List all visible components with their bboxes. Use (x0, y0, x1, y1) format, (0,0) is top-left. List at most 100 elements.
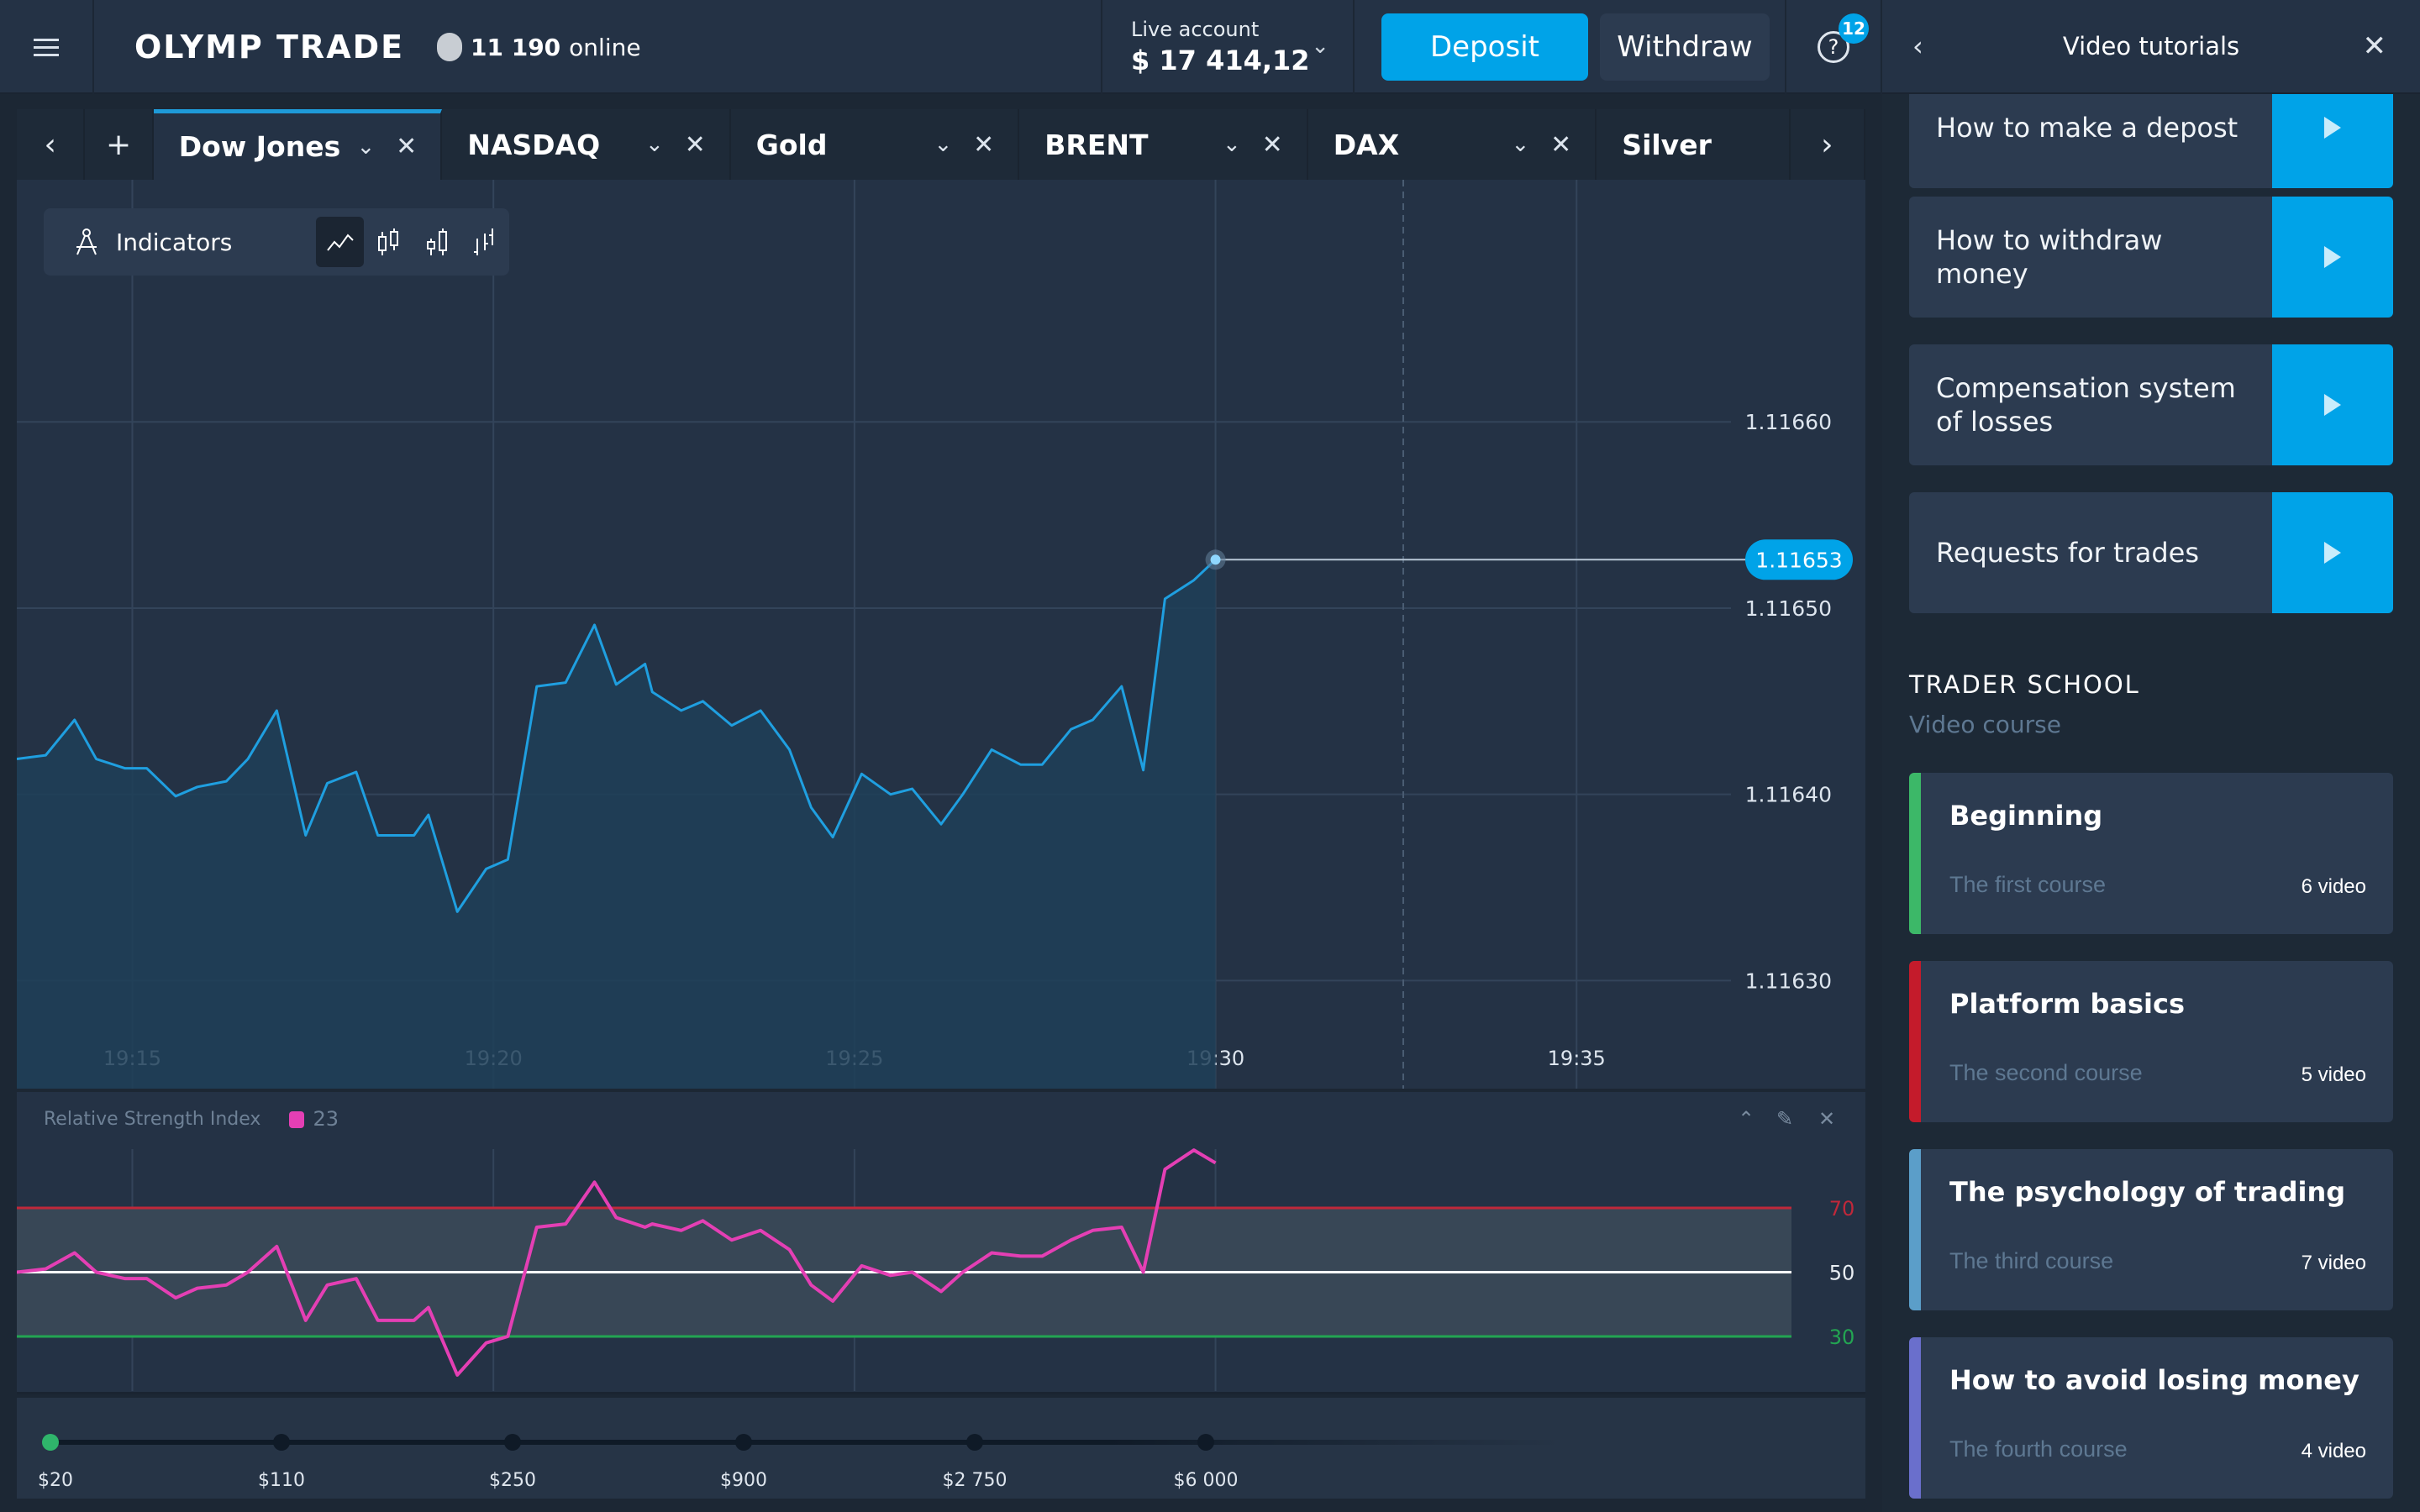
course-card[interactable]: The psychology of trading The third cour… (1909, 1149, 2393, 1310)
chart-type-heikin[interactable] (413, 217, 461, 267)
slider-step-label: $900 (720, 1470, 767, 1491)
video-title: How to withdraw money (1936, 224, 2163, 290)
chart-type-bars[interactable] (460, 217, 509, 267)
rsi-level-label: 50 (1829, 1262, 1855, 1285)
online-label: online (569, 33, 641, 61)
video-title: Compensation system of losses (1936, 372, 2236, 438)
asset-tabs: ‹ + Dow Jones ⌄ ✕ NASDAQ ⌄ ✕ Gold ⌄ ✕ BR… (17, 109, 1866, 180)
course-color-bar (1909, 1149, 1921, 1310)
close-icon[interactable]: ✕ (396, 132, 417, 161)
play-icon (2324, 246, 2341, 268)
tab-label: Dow Jones (178, 130, 341, 163)
price-chart[interactable]: 19:1519:2019:2519:3019:351.116601.116501… (16, 180, 1865, 1089)
course-card[interactable]: How to avoid losing money The fourth cou… (1909, 1337, 2393, 1499)
tab-label: NASDAQ (467, 128, 601, 161)
close-icon[interactable]: ✕ (973, 130, 994, 160)
add-tab-button[interactable]: + (85, 109, 154, 180)
slider-step[interactable] (1197, 1434, 1214, 1451)
y-tick-label: 1.11640 (1745, 783, 1832, 807)
trader-school-subtitle: Video course (1909, 711, 2061, 738)
chart-type-candles[interactable] (364, 217, 413, 267)
chart-toolbar: Indicators (44, 208, 509, 276)
course-color-bar (1909, 773, 1921, 934)
bar-chart-icon (474, 228, 494, 255)
play-button[interactable] (2272, 197, 2393, 318)
edit-icon[interactable]: ✎ (1776, 1107, 1793, 1131)
rsi-legend: Relative Strength Index 23 (44, 1107, 339, 1131)
back-icon[interactable]: ‹ (1912, 30, 1923, 62)
rsi-level-label: 70 (1829, 1197, 1855, 1221)
course-subtitle: The second course (1949, 1060, 2143, 1085)
video-tutorials-panel: How to make a depost How to withdraw mon… (1882, 0, 2420, 1512)
trader-school-heading: TRADER SCHOOL (1909, 670, 2140, 699)
course-card[interactable]: Beginning The first course 6 video (1909, 773, 2393, 934)
course-card[interactable]: Platform basics The second course 5 vide… (1909, 961, 2393, 1122)
y-tick-label: 1.11660 (1745, 410, 1832, 434)
rsi-chart-svg: 70 50 30 (16, 1148, 1865, 1395)
tabs-prev-button[interactable]: ‹ (17, 109, 86, 180)
indicators-button[interactable]: Indicators (74, 228, 316, 256)
close-icon[interactable]: ✕ (685, 130, 706, 160)
deposit-button[interactable]: Deposit (1381, 13, 1588, 81)
x-tick-label: 19:35 (1548, 1047, 1606, 1070)
chevron-down-icon[interactable]: ⌄ (934, 132, 952, 157)
online-counter: 11 190 online (437, 0, 641, 94)
slider-step[interactable] (273, 1434, 290, 1451)
play-icon (2324, 117, 2341, 139)
play-button[interactable] (2272, 344, 2393, 465)
tab-brent[interactable]: BRENT ⌄ ✕ (1019, 109, 1308, 180)
current-point (1210, 554, 1221, 565)
rsi-title: Relative Strength Index (44, 1108, 261, 1130)
menu-button[interactable] (0, 0, 94, 94)
slider-handle[interactable] (42, 1434, 59, 1451)
tab-nasdaq[interactable]: NASDAQ ⌄ ✕ (442, 109, 731, 180)
collapse-icon[interactable]: ⌃ (1738, 1107, 1754, 1131)
user-icon (437, 33, 462, 61)
amount-slider[interactable]: $20 $110 $250 $900 $2 750 $6 000 (17, 1398, 1865, 1499)
chevron-down-icon[interactable]: ⌄ (356, 134, 375, 160)
video-item[interactable]: Compensation system of losses (1909, 344, 2393, 465)
chevron-left-icon: ‹ (44, 127, 56, 162)
rsi-period-value: 23 (313, 1107, 339, 1131)
logo[interactable]: OLYMP TRADE (134, 0, 404, 94)
help-button[interactable]: ? 12 (1785, 0, 1882, 94)
chevron-down-icon[interactable]: ⌄ (645, 132, 664, 157)
tab-gold[interactable]: Gold ⌄ ✕ (731, 109, 1020, 180)
tab-label: BRENT (1044, 128, 1149, 161)
account-type: Live account (1131, 18, 1260, 41)
close-icon[interactable]: ✕ (1818, 1107, 1835, 1131)
slider-step-label: $20 (38, 1470, 73, 1491)
chart-type-line[interactable] (315, 217, 365, 267)
video-item[interactable]: Requests for trades (1909, 492, 2393, 613)
tab-silver[interactable]: Silver (1597, 109, 1791, 180)
withdraw-button[interactable]: Withdraw (1600, 13, 1770, 81)
close-icon[interactable]: ✕ (1550, 130, 1571, 160)
chevron-down-icon[interactable]: ⌄ (1223, 132, 1241, 157)
tab-dax[interactable]: DAX ⌄ ✕ (1308, 109, 1597, 180)
slider-step[interactable] (504, 1434, 521, 1451)
online-count: 11 190 (471, 33, 561, 61)
rsi-color-swatch (289, 1111, 305, 1128)
tabs-next-button[interactable]: › (1791, 109, 1866, 180)
close-icon[interactable]: ✕ (1262, 130, 1283, 160)
chevron-down-icon[interactable]: ⌄ (1512, 132, 1530, 157)
course-title: Platform basics (1949, 988, 2186, 1020)
video-item[interactable]: How to withdraw money (1909, 197, 2393, 318)
close-icon[interactable]: ✕ (2363, 29, 2387, 63)
course-subtitle: The fourth course (1949, 1436, 2128, 1462)
slider-step-label: $110 (258, 1470, 305, 1491)
plus-icon: + (105, 127, 132, 162)
rsi-panel: 70 50 30 Relative Strength Index 23 ⌃ ✎ ✕ (16, 1092, 1865, 1395)
slider-step[interactable] (966, 1434, 983, 1451)
current-price-label: 1.11653 (1755, 548, 1842, 572)
slider-step[interactable] (735, 1434, 752, 1451)
play-button[interactable] (2272, 492, 2393, 613)
course-color-bar (1909, 961, 1921, 1122)
tab-label: DAX (1333, 128, 1400, 161)
heikin-ashi-icon (426, 228, 447, 255)
hamburger-icon (34, 34, 59, 61)
panel-header: ‹ Video tutorials ✕ (1882, 0, 2420, 94)
candlestick-icon (378, 228, 399, 255)
tab-dow-jones[interactable]: Dow Jones ⌄ ✕ (153, 109, 443, 180)
account-selector[interactable]: Live account $ 17 414,12 ⌄ (1101, 0, 1355, 94)
